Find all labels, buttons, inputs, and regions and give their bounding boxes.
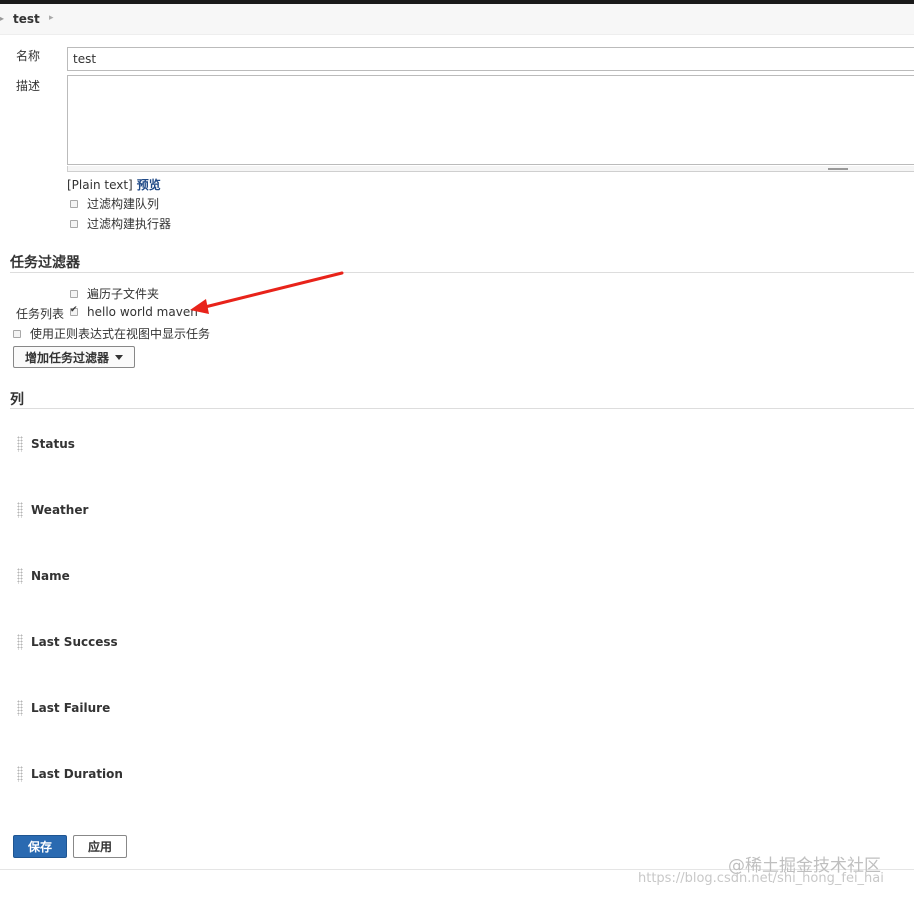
regex-option[interactable]: 使用正则表达式在视图中显示任务 [13, 325, 210, 342]
column-item-name[interactable]: Name [17, 568, 70, 584]
markup-format: [Plain text] 预览 [67, 176, 161, 193]
name-label: 名称 [16, 49, 41, 63]
filter-executor-option[interactable]: 过滤构建执行器 [70, 215, 171, 232]
breadcrumb-item-test[interactable]: test [13, 12, 40, 26]
filter-queue-label: 过滤构建队列 [87, 197, 160, 211]
drag-handle-icon[interactable] [17, 634, 23, 650]
apply-button[interactable]: 应用 [73, 835, 127, 858]
save-button[interactable]: 保存 [13, 835, 67, 858]
drag-handle-icon[interactable] [17, 436, 23, 452]
filter-executor-checkbox[interactable] [70, 219, 78, 228]
column-label: Name [31, 569, 70, 583]
job-checkbox[interactable] [70, 305, 78, 316]
chevron-right-icon[interactable]: ▸ [49, 13, 54, 23]
drag-handle-icon[interactable] [17, 568, 23, 584]
description-label: 描述 [16, 79, 41, 93]
regex-label: 使用正则表达式在视图中显示任务 [30, 327, 211, 341]
column-item-last-failure[interactable]: Last Failure [17, 700, 110, 716]
textarea-resize-handle[interactable] [67, 166, 914, 172]
drag-handle-icon[interactable] [17, 502, 23, 518]
watermark-url: https://blog.csdn.net/shi_hong_fei_hai [638, 871, 884, 886]
column-label: Last Failure [31, 701, 111, 715]
drag-handle-icon[interactable] [17, 766, 23, 782]
recurse-label: 遍历子文件夹 [87, 287, 160, 301]
job-filter-heading: 任务过滤器 [10, 255, 80, 271]
description-textarea[interactable] [67, 75, 914, 165]
filter-queue-checkbox[interactable] [70, 199, 78, 208]
column-label: Last Success [31, 635, 118, 649]
column-item-status[interactable]: Status [17, 436, 75, 452]
column-label: Last Duration [31, 767, 123, 781]
name-input[interactable] [67, 47, 914, 71]
divider [10, 408, 914, 409]
column-label: Weather [31, 503, 89, 517]
breadcrumb: ▸ test ▸ [0, 4, 914, 35]
job-list-label: 任务列表 [16, 307, 65, 321]
recurse-checkbox[interactable] [70, 289, 78, 298]
chevron-right-icon: ▸ [0, 14, 5, 23]
job-name: hello world maven [87, 305, 198, 319]
annotation-arrow [190, 271, 344, 314]
filter-queue-option[interactable]: 过滤构建队列 [70, 195, 159, 212]
column-item-last-success[interactable]: Last Success [17, 634, 118, 650]
recurse-option[interactable]: 遍历子文件夹 [70, 285, 159, 302]
job-list-item[interactable]: hello world maven [70, 305, 198, 319]
divider [10, 272, 914, 273]
column-item-weather[interactable]: Weather [17, 502, 88, 518]
markup-format-text: [Plain text] [67, 178, 133, 192]
regex-checkbox[interactable] [13, 329, 21, 338]
columns-heading: 列 [10, 392, 24, 408]
filter-executor-label: 过滤构建执行器 [87, 217, 172, 231]
preview-link[interactable]: 预览 [137, 178, 161, 192]
add-job-filter-label: 增加任务过滤器 [24, 350, 109, 365]
column-item-last-duration[interactable]: Last Duration [17, 766, 123, 782]
add-job-filter-button[interactable]: 增加任务过滤器 [13, 346, 135, 368]
drag-handle-icon[interactable] [17, 700, 23, 716]
caret-down-icon [115, 354, 123, 360]
column-label: Status [31, 437, 75, 451]
